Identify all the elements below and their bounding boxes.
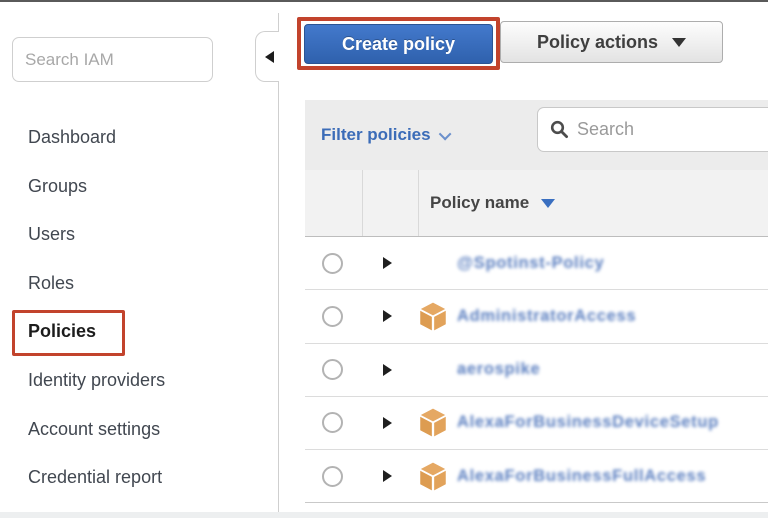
row-radio-button[interactable]: [322, 253, 343, 274]
table-row: AlexaForBusinessDeviceSetup: [305, 397, 768, 450]
expand-row-icon[interactable]: [383, 417, 392, 429]
policy-name-link[interactable]: AdministratorAccess: [457, 307, 636, 326]
sidebar-item-label: Roles: [28, 273, 74, 293]
sort-desc-icon: [541, 199, 555, 208]
iam-console-screen: Dashboard Groups Users Roles Policies Id…: [0, 0, 768, 518]
sidebar-item-label: Users: [28, 224, 75, 244]
policy-name-link[interactable]: AlexaForBusinessDeviceSetup: [457, 413, 719, 432]
sidebar-item-label: Credential report: [28, 467, 162, 487]
search-iam-input[interactable]: [12, 37, 213, 82]
row-radio-button[interactable]: [322, 359, 343, 380]
policy-name-link[interactable]: aerospike: [457, 360, 540, 379]
sidebar-nav: Dashboard Groups Users Roles Policies Id…: [0, 113, 278, 502]
table-row: aerospike: [305, 344, 768, 397]
sidebar-item-roles[interactable]: Roles: [0, 259, 278, 308]
sidebar-item-users[interactable]: Users: [0, 210, 278, 259]
policy-name-link[interactable]: @Spotinst-Policy: [457, 254, 604, 273]
policy-name-column-header[interactable]: Policy name: [430, 193, 555, 213]
row-radio-button[interactable]: [322, 412, 343, 433]
sidebar-divider: [278, 13, 279, 512]
policy-name-header-label: Policy name: [430, 193, 529, 213]
caret-down-icon: [672, 38, 686, 47]
sidebar-item-label: Policies: [28, 321, 96, 341]
sidebar-item-policies[interactable]: Policies: [0, 307, 278, 356]
table-row: @Spotinst-Policy: [305, 237, 768, 290]
window-bottom-edge: [0, 512, 768, 518]
column-divider: [418, 170, 419, 236]
top-navbar-edge: [0, 0, 768, 2]
table-row: AdministratorAccess: [305, 290, 768, 343]
table-row: AlexaForBusinessFullAccess: [305, 450, 768, 503]
sidebar-item-label: Identity providers: [28, 370, 165, 390]
sidebar-item-dashboard[interactable]: Dashboard: [0, 113, 278, 162]
sidebar-item-identity-providers[interactable]: Identity providers: [0, 356, 278, 405]
chevron-down-icon: [438, 127, 451, 140]
policy-actions-label: Policy actions: [537, 32, 658, 53]
sidebar-item-label: Account settings: [28, 419, 160, 439]
expand-row-icon[interactable]: [383, 364, 392, 376]
policy-table-body: @Spotinst-Policy AdministratorAccess aer…: [305, 237, 768, 503]
aws-managed-policy-icon: [419, 462, 447, 491]
expand-row-icon[interactable]: [383, 470, 392, 482]
search-icon: [550, 120, 569, 139]
collapse-left-icon: [265, 51, 274, 63]
policy-search-input[interactable]: [577, 119, 757, 140]
expand-row-icon[interactable]: [383, 310, 392, 322]
aws-managed-policy-icon: [419, 408, 447, 437]
row-radio-button[interactable]: [322, 306, 343, 327]
policy-name-link[interactable]: AlexaForBusinessFullAccess: [457, 467, 706, 486]
policy-actions-button[interactable]: Policy actions: [500, 21, 723, 63]
filter-policies-dropdown[interactable]: Filter policies: [321, 125, 451, 145]
sidebar-item-groups[interactable]: Groups: [0, 162, 278, 211]
row-radio-button[interactable]: [322, 466, 343, 487]
aws-managed-policy-icon: [419, 302, 447, 331]
create-policy-button[interactable]: Create policy: [304, 24, 493, 64]
sidebar-collapse-button[interactable]: [255, 31, 279, 82]
column-divider: [362, 170, 363, 236]
table-header: Policy name: [305, 170, 768, 237]
filter-bar: Filter policies: [305, 100, 768, 170]
filter-policies-label: Filter policies: [321, 125, 431, 145]
sidebar-item-label: Groups: [28, 176, 87, 196]
policy-search-box: [537, 107, 768, 152]
sidebar-item-label: Dashboard: [28, 127, 116, 147]
sidebar-item-credential-report[interactable]: Credential report: [0, 453, 278, 502]
sidebar-item-account-settings[interactable]: Account settings: [0, 405, 278, 454]
expand-row-icon[interactable]: [383, 257, 392, 269]
